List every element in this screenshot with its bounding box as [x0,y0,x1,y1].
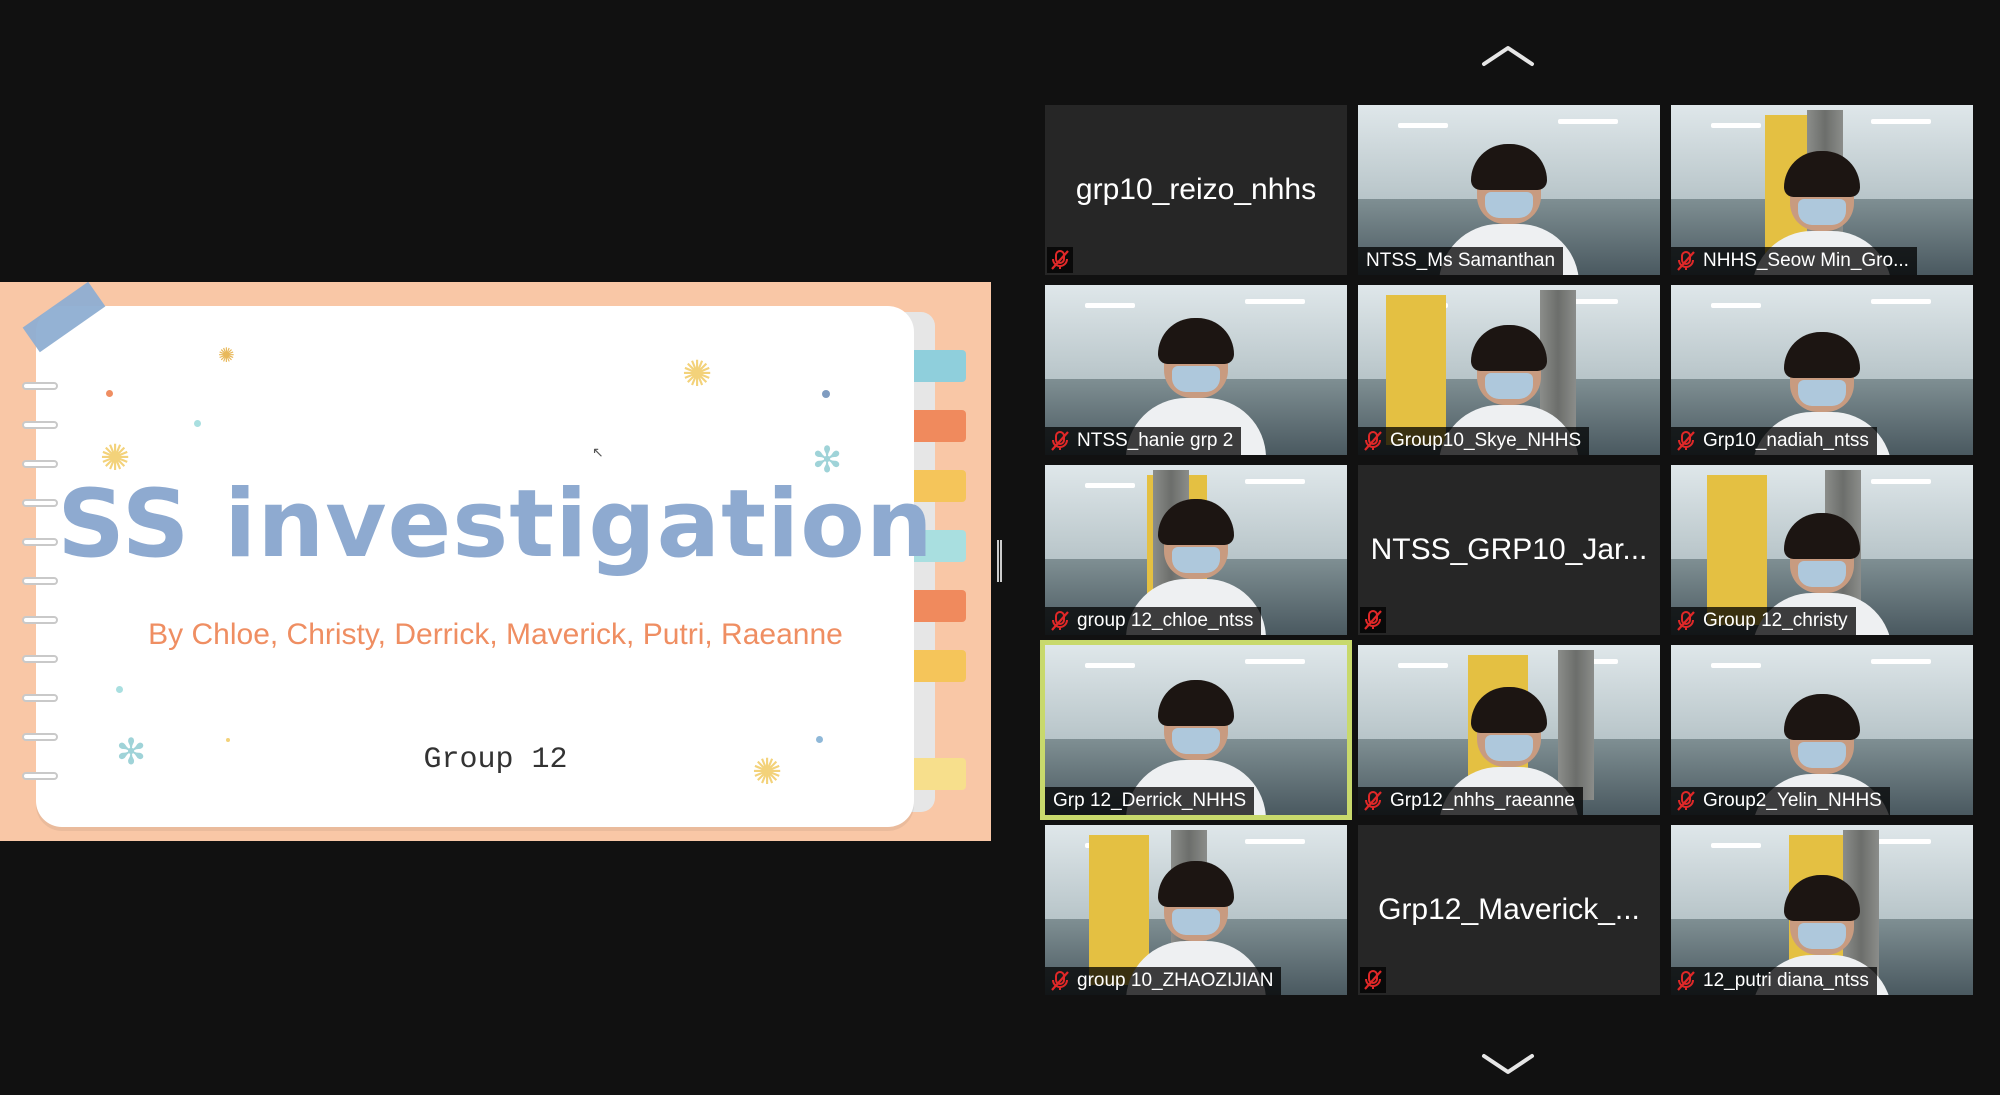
microphone-muted-icon [1675,790,1697,812]
participant-name: group 12_chloe_ntss [1077,610,1254,631]
slide-subtitle: By Chloe, Christy, Derrick, Maverick, Pu… [148,618,843,651]
notebook-tab [914,410,966,442]
participant-name-label: NTSS_hanie grp 2 [1045,427,1242,455]
participant-name-label: Group2_Yelin_NHHS [1671,787,1890,815]
slide-group-label: Group 12 [423,743,568,777]
spiral-ring [22,694,58,702]
participant-name-label: group 10_ZHAOZIJIAN [1045,967,1282,995]
participant-tile[interactable]: NHHS_Seow Min_Gro... [1671,105,1973,275]
mouse-cursor-icon: ↖ [592,444,604,460]
participant-name: Grp12_nhhs_raeanne [1390,790,1575,811]
microphone-muted-icon [1049,430,1071,452]
participant-name-card: Grp12_Maverick_... [1378,893,1640,926]
participant-name-label: Grp 12_Derrick_NHHS [1045,787,1255,815]
shared-screen-slide: ✺ ✺ ✺ ✻ ✻ ✺ SS investigation By Chloe, C… [0,282,991,841]
participant-name: Group 12_christy [1703,610,1848,631]
participant-tile[interactable]: Grp 12_Derrick_NHHS [1040,640,1352,820]
participant-tile[interactable]: Group2_Yelin_NHHS [1671,645,1973,815]
dot-decoration [226,738,230,742]
dot-decoration [116,686,123,693]
participant-name-label: group 12_chloe_ntss [1045,607,1262,635]
dot-decoration [822,390,830,398]
microphone-muted-icon [1675,970,1697,992]
spiral-ring [22,460,58,468]
participant-tile[interactable]: Group 12_christy [1671,465,1973,635]
spiral-ring [22,421,58,429]
participant-tile[interactable]: Grp12_nhhs_raeanne [1358,645,1660,815]
participant-name: Grp10_nadiah_ntss [1703,430,1869,451]
microphone-muted-icon [1362,430,1384,452]
participant-tile[interactable]: NTSS_GRP10_Jar... [1358,465,1660,635]
microphone-muted-icon [1675,250,1697,272]
notebook-tab [914,650,966,682]
microphone-muted-icon [1049,970,1071,992]
participant-name-label: Group10_Skye_NHHS [1358,427,1590,455]
microphone-muted-icon [1049,610,1071,632]
dot-decoration [194,420,201,427]
split-view-resize-handle[interactable] [997,540,1002,582]
participant-tile[interactable]: 12_putri diana_ntss [1671,825,1973,995]
microphone-muted-icon [1360,967,1386,993]
participant-name-label: NHHS_Seow Min_Gro... [1671,247,1917,275]
slide-title: SS investigation [57,470,934,579]
participant-tile[interactable]: NTSS_Ms Samanthan [1358,105,1660,275]
participant-name-card: grp10_reizo_nhhs [1075,173,1317,206]
participant-tile[interactable]: NTSS_hanie grp 2 [1045,285,1347,455]
dot-decoration [816,736,823,743]
participant-tile[interactable]: Grp10_nadiah_ntss [1671,285,1973,455]
participant-name: group 10_ZHAOZIJIAN [1077,970,1274,991]
participant-tile[interactable]: group 12_chloe_ntss [1045,465,1347,635]
spiral-ring [22,733,58,741]
chevron-up-icon[interactable] [1480,44,1536,68]
participant-tile[interactable]: grp10_reizo_nhhs [1045,105,1347,275]
participant-name-label: NTSS_Ms Samanthan [1358,247,1564,275]
flower-decoration-icon: ✺ [218,345,235,367]
dot-decoration [106,390,113,397]
participant-tile[interactable]: Grp12_Maverick_... [1358,825,1660,995]
chevron-down-icon[interactable] [1480,1052,1536,1076]
microphone-muted-icon [1360,607,1386,633]
notebook-tab [914,350,966,382]
participant-name-label: Group 12_christy [1671,607,1856,635]
participant-tile[interactable]: Group10_Skye_NHHS [1358,285,1660,455]
participant-name: Group2_Yelin_NHHS [1703,790,1882,811]
participant-name: Group10_Skye_NHHS [1390,430,1582,451]
microphone-muted-icon [1675,610,1697,632]
participant-name: NTSS_hanie grp 2 [1077,430,1234,451]
participant-name-label: Grp12_nhhs_raeanne [1358,787,1583,815]
participant-name: NHHS_Seow Min_Gro... [1703,250,1909,271]
participant-name: NTSS_Ms Samanthan [1366,250,1556,271]
microphone-muted-icon [1362,790,1384,812]
spiral-ring [22,655,58,663]
participant-name-label: Grp10_nadiah_ntss [1671,427,1877,455]
participant-name-card: NTSS_GRP10_Jar... [1370,533,1648,566]
spiral-ring [22,382,58,390]
participant-name: Grp 12_Derrick_NHHS [1053,790,1247,811]
participant-name: 12_putri diana_ntss [1703,970,1869,991]
microphone-muted-icon [1675,430,1697,452]
flower-decoration-icon: ✺ [682,353,713,394]
participant-name-label: 12_putri diana_ntss [1671,967,1877,995]
participant-tile[interactable]: group 10_ZHAOZIJIAN [1045,825,1347,995]
microphone-muted-icon [1047,247,1073,273]
